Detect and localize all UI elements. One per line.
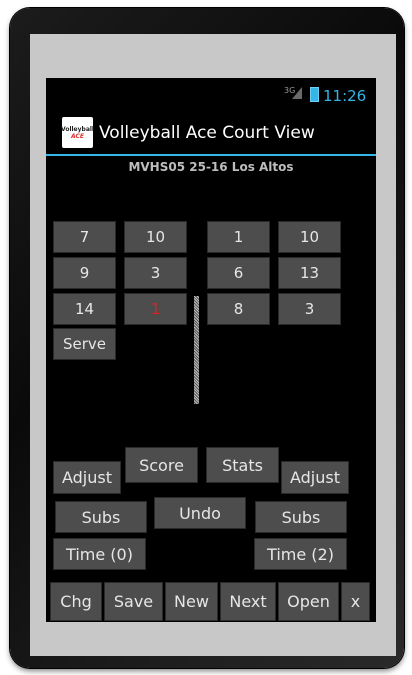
player-button-right-r2c1[interactable]: 6 xyxy=(207,257,270,289)
battery-icon xyxy=(310,87,319,102)
app-logo-text: Volleyball xyxy=(61,125,94,133)
next-button[interactable]: Next xyxy=(220,582,276,621)
adjust-left-button[interactable]: Adjust xyxy=(53,461,121,494)
player-button-right-r1c2[interactable]: 10 xyxy=(278,221,341,253)
stats-button[interactable]: Stats xyxy=(206,447,279,483)
undo-button[interactable]: Undo xyxy=(154,497,246,529)
status-bar: 3G 11:26 xyxy=(46,78,376,114)
player-button-left-r1c1[interactable]: 7 xyxy=(53,221,116,253)
player-button-left-r3c2-server[interactable]: 1 xyxy=(124,293,187,325)
player-button-right-r3c1[interactable]: 8 xyxy=(207,293,270,325)
timeout-right-button[interactable]: Time (2) xyxy=(254,538,347,570)
app-logo-icon[interactable]: Volleyball ACE xyxy=(61,117,94,148)
player-button-left-r2c2[interactable]: 3 xyxy=(124,257,187,289)
player-button-left-r1c2[interactable]: 10 xyxy=(124,221,187,253)
chg-button[interactable]: Chg xyxy=(50,582,102,621)
serve-button[interactable]: Serve xyxy=(53,328,116,360)
signal-icon xyxy=(292,87,302,99)
app-logo-accent: ACE xyxy=(71,132,84,140)
player-button-right-r2c2[interactable]: 13 xyxy=(278,257,341,289)
new-button[interactable]: New xyxy=(165,582,218,621)
app-screen: 3G 11:26 Volleyball ACE Volleyball Ace C… xyxy=(46,78,376,622)
player-button-left-r2c1[interactable]: 9 xyxy=(53,257,116,289)
scoreboard: MVHS05 25-16 Los Altos xyxy=(128,160,294,174)
action-bar: Volleyball ACE Volleyball Ace Court View xyxy=(46,114,376,156)
status-time: 11:26 xyxy=(323,87,367,105)
score-button[interactable]: Score xyxy=(125,447,198,483)
timeout-left-button[interactable]: Time (0) xyxy=(53,538,146,570)
subs-right-button[interactable]: Subs xyxy=(255,501,347,533)
court-view: MVHS05 25-16 Los Altos 7 10 9 3 14 1 Ser… xyxy=(46,156,376,622)
subs-left-button[interactable]: Subs xyxy=(55,501,147,533)
close-button[interactable]: x xyxy=(341,582,370,621)
save-button[interactable]: Save xyxy=(104,582,163,621)
adjust-right-button[interactable]: Adjust xyxy=(281,461,349,494)
player-button-right-r1c1[interactable]: 1 xyxy=(207,221,270,253)
open-button[interactable]: Open xyxy=(278,582,339,621)
net-divider xyxy=(194,296,199,404)
app-title: Volleyball Ace Court View xyxy=(99,123,315,143)
player-button-left-r3c1[interactable]: 14 xyxy=(53,293,116,325)
player-button-right-r3c2[interactable]: 3 xyxy=(278,293,341,325)
